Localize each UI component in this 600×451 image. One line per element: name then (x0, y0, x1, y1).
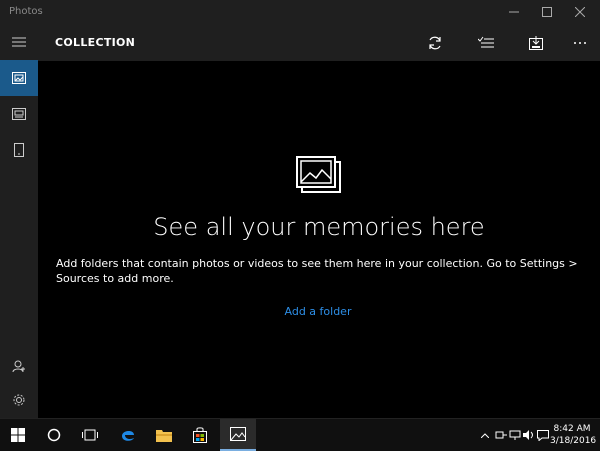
import-icon (529, 35, 543, 50)
checklist-icon (478, 36, 494, 47)
sidebar-item-albums[interactable] (0, 96, 38, 132)
power-plug-icon (495, 431, 507, 439)
volume-control[interactable] (522, 419, 536, 451)
albums-icon (12, 108, 26, 120)
more-icon (574, 41, 586, 44)
taskbar-file-explorer[interactable] (146, 419, 182, 451)
store-icon (193, 427, 207, 443)
import-button[interactable] (516, 24, 556, 61)
minimize-icon (508, 11, 519, 13)
clock-date: 3/18/2016 (550, 436, 597, 446)
main-content: See all your memories here Add folders t… (38, 61, 600, 426)
more-options-button[interactable] (560, 24, 600, 61)
settings-button[interactable] (0, 382, 38, 418)
notification-icon (537, 429, 549, 441)
task-view-icon (82, 429, 98, 441)
close-icon (574, 7, 585, 17)
sign-in-button[interactable] (0, 348, 38, 384)
clock-time: 8:42 AM (553, 424, 591, 434)
photos-placeholder-icon (295, 155, 343, 199)
chevron-up-icon (481, 432, 489, 438)
collection-icon (12, 72, 26, 84)
folder-icon (156, 430, 172, 442)
taskbar: 8:42 AM 3/18/2016 (0, 418, 600, 451)
clock[interactable]: 8:42 AM 3/18/2016 (550, 423, 597, 447)
taskbar-store[interactable] (182, 419, 218, 451)
empty-state-description: Add folders that contain photos or video… (56, 257, 578, 285)
sidebar-item-folders[interactable] (0, 132, 38, 168)
empty-state-headline: See all your memories here (153, 213, 485, 241)
app-bar: COLLECTION (38, 24, 600, 61)
network-icon (509, 430, 521, 440)
gear-icon (13, 394, 25, 406)
sidebar-item-collection[interactable] (0, 60, 38, 96)
title-bar: Photos (0, 0, 600, 24)
power-status[interactable] (494, 419, 508, 451)
sidebar (0, 24, 38, 418)
start-button[interactable] (0, 419, 36, 451)
minimize-button[interactable] (497, 0, 530, 24)
taskbar-edge[interactable] (110, 419, 146, 451)
hamburger-icon (12, 37, 26, 47)
maximize-icon (541, 7, 552, 17)
add-folder-link[interactable]: Add a folder (38, 305, 598, 318)
show-hidden-icons-button[interactable] (478, 419, 492, 451)
windows-logo-icon (11, 428, 25, 442)
select-button[interactable] (466, 24, 506, 61)
maximize-button[interactable] (530, 0, 563, 24)
network-status[interactable] (508, 419, 522, 451)
window-title: Photos (9, 6, 43, 17)
taskbar-photos[interactable] (220, 419, 256, 451)
device-icon (14, 143, 24, 157)
photos-app-icon (230, 427, 246, 441)
refresh-icon (429, 36, 441, 49)
cortana-button[interactable] (36, 419, 72, 451)
close-button[interactable] (563, 0, 596, 24)
page-title: COLLECTION (55, 36, 136, 49)
action-center-button[interactable] (536, 419, 550, 451)
edge-icon (122, 430, 134, 441)
refresh-button[interactable] (415, 24, 455, 61)
task-view-button[interactable] (72, 419, 108, 451)
cortana-icon (47, 428, 61, 442)
speaker-icon (523, 430, 533, 440)
add-person-icon (12, 360, 25, 373)
hamburger-menu-button[interactable] (0, 24, 38, 60)
